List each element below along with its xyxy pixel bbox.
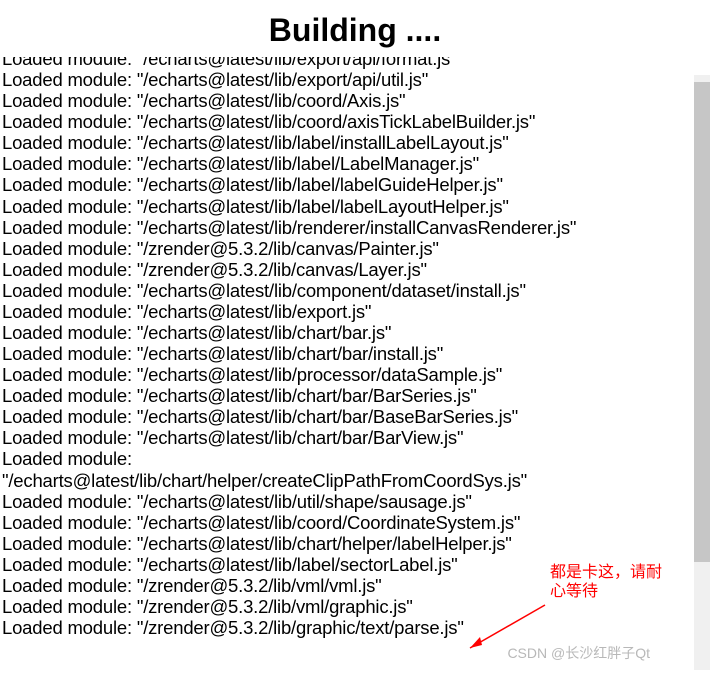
log-line: Loaded module: "/echarts@latest/lib/char… — [2, 322, 700, 343]
annotation-text: 都是卡这，请耐 心等待 — [550, 563, 662, 601]
log-line: Loaded module: "/echarts@latest/lib/coor… — [2, 90, 700, 111]
log-line: Loaded module: "/zrender@5.3.2/lib/graph… — [2, 617, 700, 638]
log-line: Loaded module: "/zrender@5.3.2/lib/canva… — [2, 238, 700, 259]
log-line: Loaded module: "/echarts@latest/lib/labe… — [2, 174, 700, 195]
log-line: Loaded module: "/echarts@latest/lib/expo… — [2, 69, 700, 90]
log-line: Loaded module: "/echarts@latest/lib/comp… — [2, 280, 700, 301]
log-line: Loaded module: "/echarts@latest/lib/expo… — [2, 57, 700, 69]
log-line: Loaded module: — [2, 448, 700, 469]
log-line: Loaded module: "/echarts@latest/lib/labe… — [2, 153, 700, 174]
log-line: Loaded module: "/echarts@latest/lib/char… — [2, 533, 700, 554]
page-title: Building .... — [0, 0, 710, 57]
log-line: Loaded module: "/echarts@latest/lib/expo… — [2, 301, 700, 322]
scrollbar-thumb[interactable] — [694, 82, 710, 562]
log-line: Loaded module: "/echarts@latest/lib/proc… — [2, 364, 700, 385]
log-line: Loaded module: "/zrender@5.3.2/lib/canva… — [2, 259, 700, 280]
annotation-line1: 都是卡这，请耐 — [550, 563, 662, 582]
log-line: Loaded module: "/echarts@latest/lib/char… — [2, 385, 700, 406]
watermark: CSDN @长沙红胖子Qt — [507, 643, 650, 663]
log-line: Loaded module: "/echarts@latest/lib/util… — [2, 491, 700, 512]
log-content: Loaded module: "/echarts@latest/lib/expo… — [0, 57, 710, 638]
log-line: Loaded module: "/echarts@latest/lib/rend… — [2, 217, 700, 238]
log-line: "/echarts@latest/lib/chart/helper/create… — [2, 470, 700, 491]
log-line: Loaded module: "/echarts@latest/lib/char… — [2, 343, 700, 364]
log-line: Loaded module: "/echarts@latest/lib/char… — [2, 427, 700, 448]
log-line: Loaded module: "/echarts@latest/lib/char… — [2, 406, 700, 427]
log-line: Loaded module: "/echarts@latest/lib/labe… — [2, 132, 700, 153]
annotation-line2: 心等待 — [550, 582, 662, 601]
log-line: Loaded module: "/echarts@latest/lib/coor… — [2, 111, 700, 132]
log-line: Loaded module: "/echarts@latest/lib/coor… — [2, 512, 700, 533]
log-line: Loaded module: "/echarts@latest/lib/labe… — [2, 196, 700, 217]
